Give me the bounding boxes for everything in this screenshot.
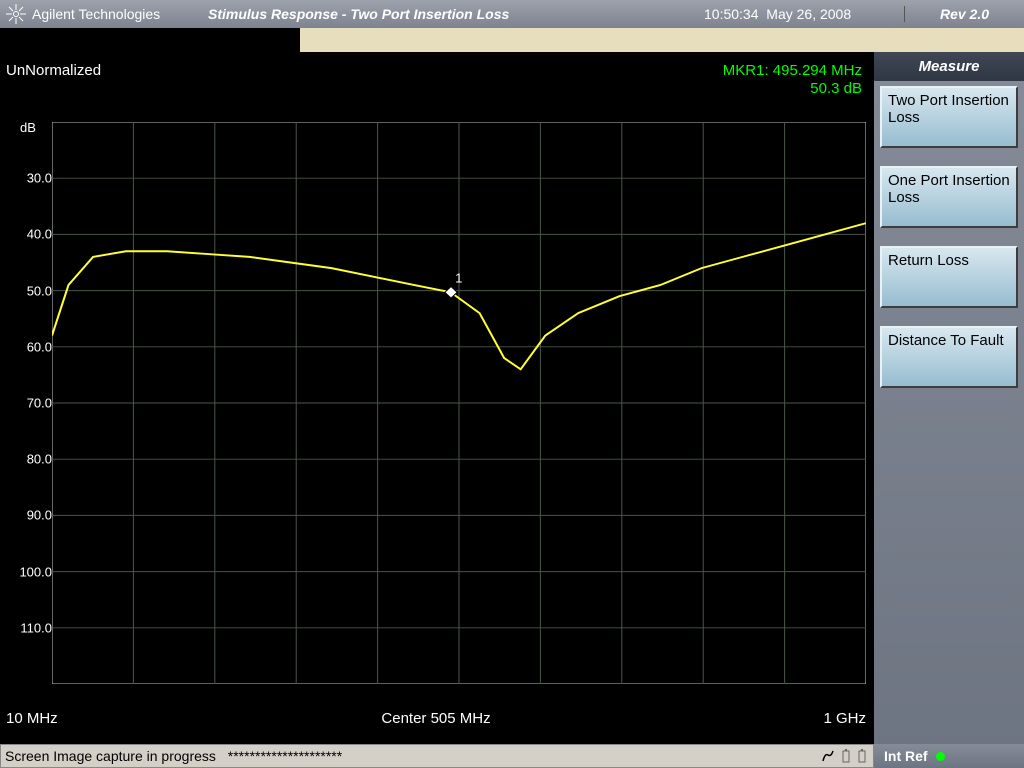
marker-readout-freq: MKR1: 495.294 MHz	[723, 62, 862, 80]
y-axis-unit: dB	[20, 120, 36, 135]
plot-svg: 1	[52, 122, 866, 684]
normalization-label: UnNormalized	[6, 62, 101, 79]
marker-1[interactable]: 1	[445, 271, 463, 298]
marker-readout: MKR1: 495.294 MHz 50.3 dB	[723, 62, 862, 98]
y-tick: 50.0	[8, 283, 52, 298]
y-tick: 30.0	[8, 171, 52, 186]
y-tick: 60.0	[8, 339, 52, 354]
clock: 10:50:34 May 26, 2008	[704, 6, 904, 22]
softkey-panel: Measure Two Port Insertion Loss One Port…	[874, 52, 1024, 744]
battery-icon-2	[857, 749, 867, 763]
agilent-burst-icon	[6, 4, 26, 24]
y-tick: 70.0	[8, 396, 52, 411]
title-bar: Agilent Technologies Stimulus Response -…	[0, 0, 1024, 28]
softkey-return-loss[interactable]: Return Loss	[880, 246, 1018, 308]
window-title: Stimulus Response - Two Port Insertion L…	[184, 6, 704, 22]
gridlines	[52, 122, 866, 684]
brand: Agilent Technologies	[6, 4, 184, 24]
y-tick: 80.0	[8, 452, 52, 467]
status-message: Screen Image capture in progress *******…	[0, 744, 874, 768]
brand-text: Agilent Technologies	[32, 6, 160, 22]
reference-indicator: Int Ref	[874, 744, 1024, 768]
active-trace-tab[interactable]	[0, 28, 300, 52]
svg-text:1: 1	[455, 271, 462, 286]
x-center: Center 505 MHz	[6, 710, 866, 727]
y-tick: 100.0	[8, 564, 52, 579]
x-stop: 1 GHz	[823, 710, 866, 727]
connection-icon	[821, 749, 835, 763]
status-progress-stars: *********************	[228, 748, 342, 764]
status-bar: Screen Image capture in progress *******…	[0, 744, 1024, 768]
softkey-two-port-il[interactable]: Two Port Insertion Loss	[880, 86, 1018, 148]
plot-grid[interactable]: 1	[52, 122, 866, 684]
reference-led-icon	[936, 752, 945, 761]
reference-label: Int Ref	[884, 748, 928, 764]
firmware-rev: Rev 2.0	[904, 6, 1024, 22]
plot-area: UnNormalized MKR1: 495.294 MHz 50.3 dB d…	[0, 52, 874, 744]
y-tick: 110.0	[8, 620, 52, 635]
battery-icon	[841, 749, 851, 763]
y-tick: 40.0	[8, 227, 52, 242]
softkey-distance-to-fault[interactable]: Distance To Fault	[880, 326, 1018, 388]
tab-strip	[0, 28, 1024, 52]
marker-readout-amp: 50.3 dB	[723, 80, 862, 98]
softkey-one-port-il[interactable]: One Port Insertion Loss	[880, 166, 1018, 228]
softkey-panel-title: Measure	[874, 52, 1024, 81]
y-tick: 90.0	[8, 508, 52, 523]
status-tray	[815, 749, 873, 763]
